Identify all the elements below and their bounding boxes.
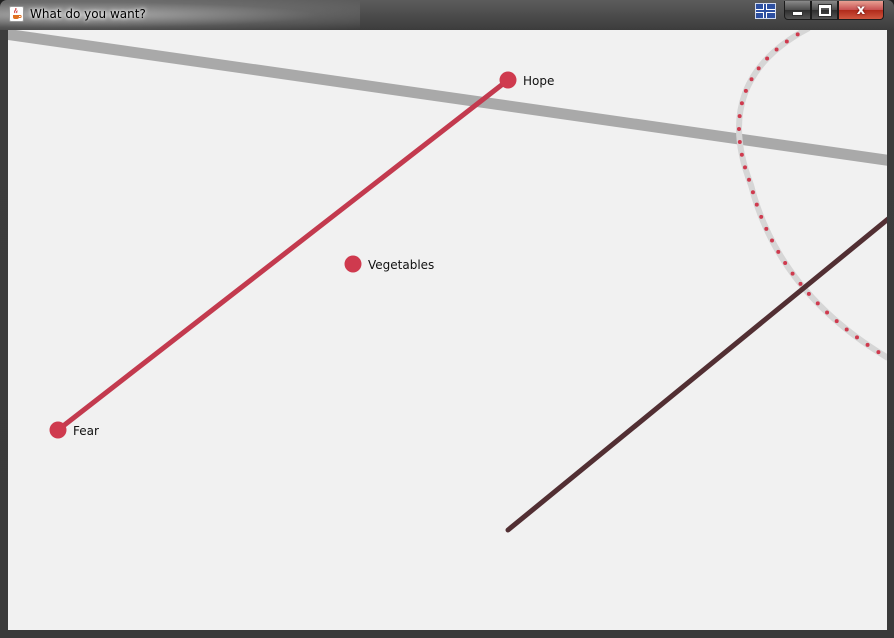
minimize-icon [792, 10, 803, 16]
title-bar[interactable]: What do you want? x [0, 0, 894, 30]
edge-fear-hope [55, 77, 511, 433]
dark-diagonal-line [505, 216, 887, 533]
canvas-graphics: Hope Vegetables Fear [8, 30, 887, 533]
maximize-icon [817, 3, 832, 17]
close-icon: x [856, 2, 866, 18]
node-vegetables[interactable]: Vegetables [344, 255, 435, 273]
keyboard-language-icon[interactable] [755, 3, 776, 19]
node-fear-dot[interactable] [49, 421, 67, 439]
node-hope-label: Hope [523, 74, 554, 88]
maximize-button[interactable] [811, 1, 838, 20]
node-vegetables-label: Vegetables [368, 258, 434, 272]
node-fear-label: Fear [73, 424, 99, 438]
window-controls: x [784, 1, 884, 20]
node-vegetables-dot[interactable] [344, 255, 362, 273]
java-cup-icon[interactable] [9, 6, 24, 22]
grey-band-line [8, 30, 887, 166]
node-fear[interactable]: Fear [49, 421, 99, 439]
drawing-canvas[interactable]: Hope Vegetables Fear [8, 30, 887, 630]
minimize-button[interactable] [784, 1, 811, 20]
app-window: What do you want? x Hope Vegetables Fear [0, 0, 894, 638]
arc-track [736, 30, 887, 361]
node-hope[interactable]: Hope [499, 71, 555, 89]
arc-dots [737, 30, 887, 360]
close-button[interactable]: x [838, 1, 884, 20]
window-title: What do you want? [30, 7, 146, 21]
node-hope-dot[interactable] [499, 71, 517, 89]
